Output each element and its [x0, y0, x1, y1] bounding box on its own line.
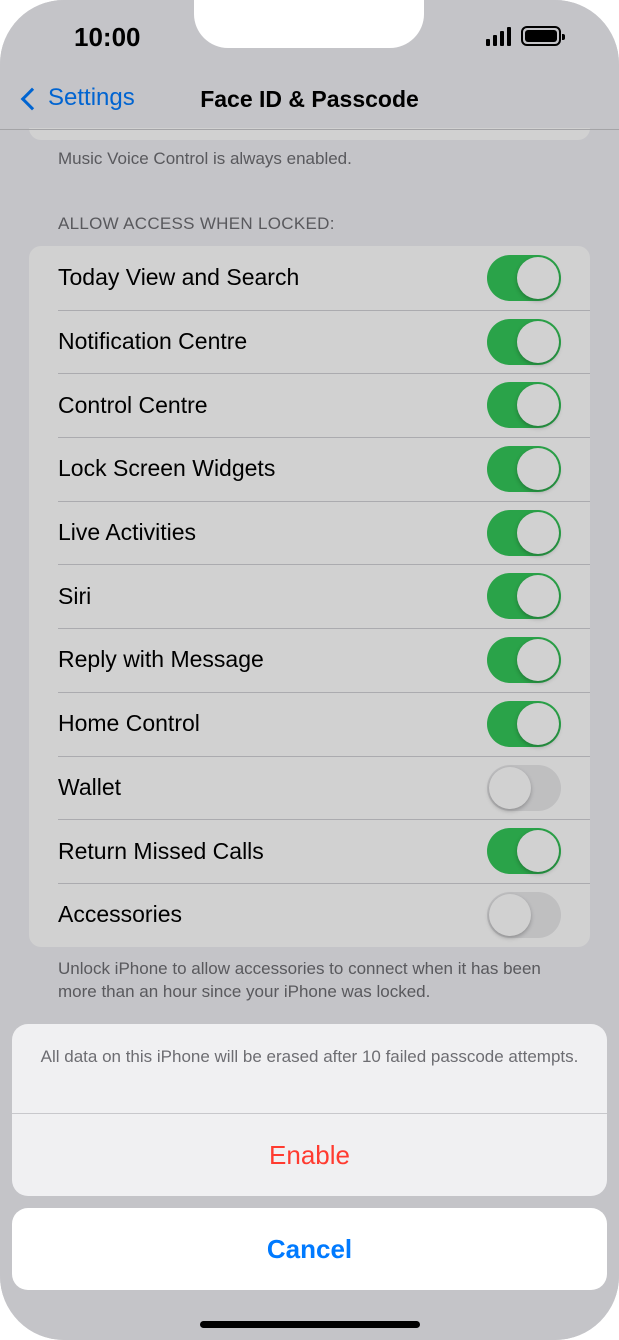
toggle-switch[interactable]	[487, 573, 561, 620]
setting-row: Control Centre	[29, 373, 590, 437]
toggle-switch[interactable]	[487, 764, 561, 811]
toggle-knob	[517, 384, 559, 427]
toggle-switch[interactable]	[487, 700, 561, 747]
setting-label: Accessories	[58, 901, 182, 928]
toggle-switch[interactable]	[487, 446, 561, 493]
navigation-bar: Settings Face ID & Passcode	[0, 72, 619, 130]
cancel-button[interactable]: Cancel	[12, 1208, 607, 1290]
toggle-switch[interactable]	[487, 509, 561, 556]
setting-row: Today View and Search	[29, 246, 590, 310]
setting-row: Lock Screen Widgets	[29, 437, 590, 501]
action-sheet: All data on this iPhone will be erased a…	[12, 1024, 607, 1196]
phone-frame: Music Voice Control is always enabled. A…	[0, 0, 619, 1340]
cellular-signal-icon	[486, 26, 511, 46]
setting-row: Wallet	[29, 755, 590, 820]
toggle-knob	[517, 511, 559, 554]
toggle-switch[interactable]	[487, 891, 561, 938]
setting-row: Live Activities	[29, 500, 590, 565]
setting-row: Return Missed Calls	[29, 819, 590, 883]
allow-access-list: Today View and Search Notification Centr…	[29, 246, 590, 947]
toggle-knob	[517, 830, 559, 873]
setting-label: Home Control	[58, 710, 200, 737]
setting-label: Wallet	[58, 773, 122, 800]
setting-label: Notification Centre	[58, 328, 248, 355]
setting-row: Accessories	[29, 882, 590, 947]
toggle-knob	[517, 448, 559, 491]
voice-control-footnote: Music Voice Control is always enabled.	[58, 149, 352, 168]
setting-label: Control Centre	[58, 391, 208, 418]
toggle-knob	[489, 893, 531, 936]
action-sheet-message: All data on this iPhone will be erased a…	[12, 1024, 607, 1114]
home-indicator[interactable]	[200, 1321, 420, 1328]
setting-label: Today View and Search	[58, 264, 300, 291]
page-title: Face ID & Passcode	[200, 86, 419, 112]
toggle-knob	[517, 257, 559, 299]
status-icons	[486, 26, 565, 46]
setting-row: Siri	[29, 564, 590, 628]
toggle-knob	[489, 766, 531, 809]
battery-icon	[521, 26, 565, 46]
status-time: 10:00	[74, 22, 141, 52]
setting-label: Live Activities	[58, 519, 197, 546]
enable-button[interactable]: Enable	[12, 1114, 607, 1196]
setting-row: Reply with Message	[29, 628, 590, 692]
toggle-switch[interactable]	[487, 828, 561, 875]
setting-row: Notification Centre	[29, 309, 590, 374]
toggle-switch[interactable]	[487, 255, 561, 301]
setting-label: Lock Screen Widgets	[58, 455, 276, 482]
toggle-knob	[517, 639, 559, 682]
toggle-switch[interactable]	[487, 637, 561, 684]
device-notch	[194, 0, 424, 48]
section-header: ALLOW ACCESS WHEN LOCKED:	[58, 214, 335, 233]
setting-label: Reply with Message	[58, 646, 264, 673]
setting-label: Return Missed Calls	[58, 837, 264, 864]
toggle-knob	[517, 320, 559, 363]
toggle-knob	[517, 702, 559, 745]
toggle-switch[interactable]	[487, 318, 561, 365]
accessories-footnote: Unlock iPhone to allow accessories to co…	[58, 959, 541, 1001]
toggle-switch[interactable]	[487, 382, 561, 429]
setting-row: Home Control	[29, 691, 590, 756]
setting-label: Siri	[58, 582, 92, 609]
toggle-knob	[517, 575, 559, 618]
